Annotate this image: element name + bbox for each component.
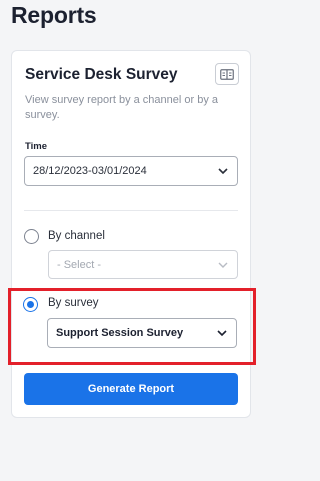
layout-toggle-button[interactable] — [215, 63, 239, 85]
card-title: Service Desk Survey — [25, 66, 178, 83]
card-description: View survey report by a channel or by a … — [25, 94, 219, 121]
page-title: Reports — [11, 2, 97, 28]
channel-select-placeholder: - Select - — [57, 258, 102, 271]
survey-report-card: Service Desk Survey View survey report b… — [11, 50, 251, 418]
split-view-icon — [220, 68, 234, 80]
survey-select[interactable]: Support Session Survey — [47, 318, 237, 348]
by-channel-label: By channel — [48, 230, 105, 242]
channel-select[interactable]: - Select - — [48, 250, 238, 279]
by-survey-radio[interactable] — [23, 297, 38, 312]
generate-report-button[interactable]: Generate Report — [24, 373, 238, 405]
time-label: Time — [25, 141, 48, 152]
chevron-down-icon — [218, 168, 228, 175]
time-range-value: 28/12/2023-03/01/2024 — [33, 165, 147, 177]
by-channel-radio[interactable] — [24, 229, 39, 244]
by-survey-label: By survey — [48, 297, 99, 309]
time-range-select[interactable]: 28/12/2023-03/01/2024 — [24, 156, 238, 186]
chevron-down-icon — [217, 330, 227, 337]
divider — [24, 210, 238, 211]
survey-select-value: Support Session Survey — [56, 327, 184, 339]
chevron-down-icon — [218, 262, 228, 268]
